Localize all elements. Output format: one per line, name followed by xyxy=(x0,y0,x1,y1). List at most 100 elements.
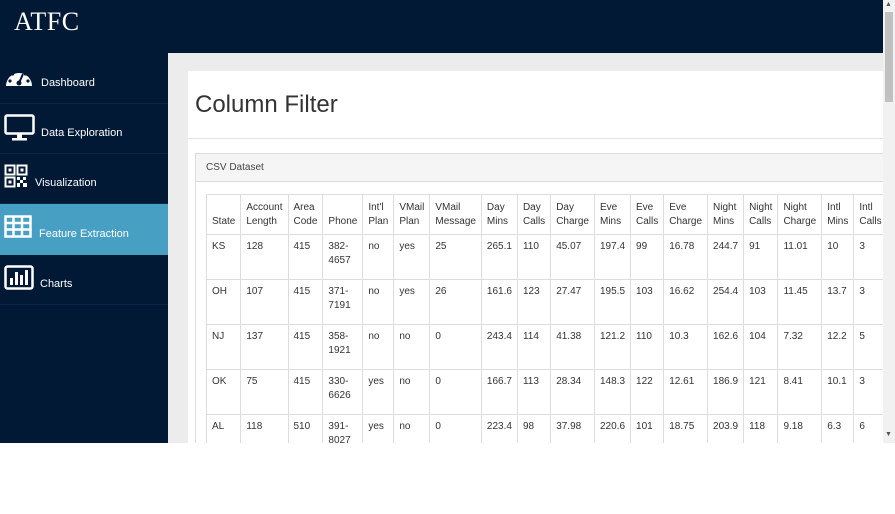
table-cell: 91 xyxy=(743,234,779,280)
table-cell: 113 xyxy=(516,369,552,415)
table-cell: yes xyxy=(393,234,431,280)
table-cell: no xyxy=(362,234,395,280)
table-cell: 7.32 xyxy=(777,324,823,370)
table-cell: 382-4657 xyxy=(322,234,364,280)
table-cell: 161.6 xyxy=(480,279,518,325)
table-cell: yes xyxy=(393,279,431,325)
sidebar-item-label: Visualization xyxy=(35,177,97,189)
table-cell: 9.18 xyxy=(777,414,823,443)
title-divider xyxy=(188,138,883,139)
scroll-down-arrow-icon[interactable]: ▼ xyxy=(885,431,892,438)
table-cell: 371-7191 xyxy=(322,279,364,325)
table-cell: 223.4 xyxy=(480,414,518,443)
table-cell: 98 xyxy=(516,414,552,443)
table-cell: 37.98 xyxy=(550,414,595,443)
table-cell: yes xyxy=(362,414,395,443)
table-row: KS 128 415 382-4657 no yes 25 265.1 110 45.07 197.… xyxy=(206,234,884,280)
column-header: Intl Mins xyxy=(821,194,855,235)
table-cell: no xyxy=(362,279,395,325)
table-cell: 41.38 xyxy=(550,324,595,370)
table-cell: 13.7 xyxy=(821,279,855,325)
table-cell: 25 xyxy=(429,234,482,280)
table-cell: 0 xyxy=(429,414,482,443)
sidebar-item-label: Charts xyxy=(40,278,73,290)
table-cell: 26 xyxy=(429,279,482,325)
table-cell: 12.61 xyxy=(663,369,709,415)
table-cell: 122 xyxy=(630,369,665,415)
table-cell: 107 xyxy=(240,279,289,325)
table-cell: 3 xyxy=(853,369,884,415)
column-header: Area Code xyxy=(287,194,324,235)
table-cell: AL xyxy=(206,414,242,443)
table-cell: 8.41 xyxy=(777,369,823,415)
table-cell: no xyxy=(362,324,395,370)
table-cell: 110 xyxy=(516,234,552,280)
sidebar-item-visualization[interactable]: Visualization xyxy=(0,153,168,204)
column-header: Night Calls xyxy=(743,194,779,235)
top-navbar: ATFC xyxy=(0,0,883,53)
table-cell: 16.62 xyxy=(663,279,709,325)
table-grid-icon xyxy=(4,215,32,242)
table-cell: 123 xyxy=(516,279,552,325)
app-viewport: ATFC Dashboard Data Exploration Visualiz… xyxy=(0,0,895,443)
column-header: Day Charge xyxy=(550,194,595,235)
table-cell: 0 xyxy=(429,369,482,415)
table-cell: 3 xyxy=(853,234,884,280)
table-cell: 243.4 xyxy=(480,324,518,370)
table-cell: 186.9 xyxy=(707,369,745,415)
table-cell: 6.3 xyxy=(821,414,855,443)
table-cell: 358-1921 xyxy=(322,324,364,370)
table-cell: 166.7 xyxy=(480,369,518,415)
column-header: Day Calls xyxy=(516,194,552,235)
table-cell: KS xyxy=(206,234,242,280)
table-cell: 3 xyxy=(853,279,884,325)
table-cell: 244.7 xyxy=(707,234,745,280)
table-cell: 10.3 xyxy=(663,324,709,370)
table-cell: 11.45 xyxy=(777,279,823,325)
table-cell: 265.1 xyxy=(480,234,518,280)
column-header: Account Length xyxy=(240,194,289,235)
table-cell: OH xyxy=(206,279,242,325)
table-row: NJ 137 415 358-1921 no no 0 243.4 114 41.38 121.2 1… xyxy=(206,324,884,370)
sidebar-item-data-exploration[interactable]: Data Exploration xyxy=(0,103,168,154)
sidebar: Dashboard Data Exploration Visualization… xyxy=(0,53,168,443)
card-header: CSV Dataset xyxy=(196,154,884,182)
table-cell: 0 xyxy=(429,324,482,370)
bar-chart-icon xyxy=(4,265,34,294)
table-cell: 110 xyxy=(630,324,665,370)
table-cell: 99 xyxy=(630,234,665,280)
table-cell: 114 xyxy=(516,324,552,370)
table-cell: 128 xyxy=(240,234,289,280)
page-title: Column Filter xyxy=(195,91,338,118)
brand-logo[interactable]: ATFC xyxy=(14,7,80,37)
sidebar-item-label: Feature Extraction xyxy=(39,228,129,240)
table-cell: 27.47 xyxy=(550,279,595,325)
column-header: Night Charge xyxy=(777,194,823,235)
table-cell: 510 xyxy=(287,414,324,443)
column-header: Day Mins xyxy=(480,194,518,235)
table-cell: 391-8027 xyxy=(322,414,364,443)
scrollbar-thumb[interactable] xyxy=(885,12,893,102)
sidebar-item-charts[interactable]: Charts xyxy=(0,254,168,305)
vertical-scrollbar[interactable]: ▲ ▼ xyxy=(883,0,895,443)
table-cell: no xyxy=(393,324,431,370)
table-cell: 121 xyxy=(743,369,779,415)
column-header: Eve Calls xyxy=(630,194,665,235)
sidebar-item-label: Data Exploration xyxy=(41,127,123,139)
sidebar-item-dashboard[interactable]: Dashboard xyxy=(0,53,168,104)
table-cell: 5 xyxy=(853,324,884,370)
table-cell: 11.01 xyxy=(777,234,823,280)
table-cell: 103 xyxy=(743,279,779,325)
table-cell: 18.75 xyxy=(663,414,709,443)
scroll-up-arrow-icon[interactable]: ▲ xyxy=(885,1,892,8)
table-cell: 254.4 xyxy=(707,279,745,325)
table-row: AL 118 510 391-8027 yes no 0 223.4 98 37.98 220.6 1… xyxy=(206,414,884,443)
table-cell: yes xyxy=(362,369,395,415)
content-panel: Column Filter CSV Dataset State Account L… xyxy=(188,71,884,443)
table-container[interactable]: State Account Length Area Code Phone Int'l P… xyxy=(206,194,884,443)
table-cell: 197.4 xyxy=(593,234,632,280)
table-cell: 16.78 xyxy=(663,234,709,280)
column-header: Int'l Plan xyxy=(362,194,395,235)
sidebar-item-feature-extraction[interactable]: Feature Extraction xyxy=(0,204,168,255)
table-body: KS 128 415 382-4657 no yes 25 265.1 110 45.07 197.… xyxy=(206,234,884,443)
